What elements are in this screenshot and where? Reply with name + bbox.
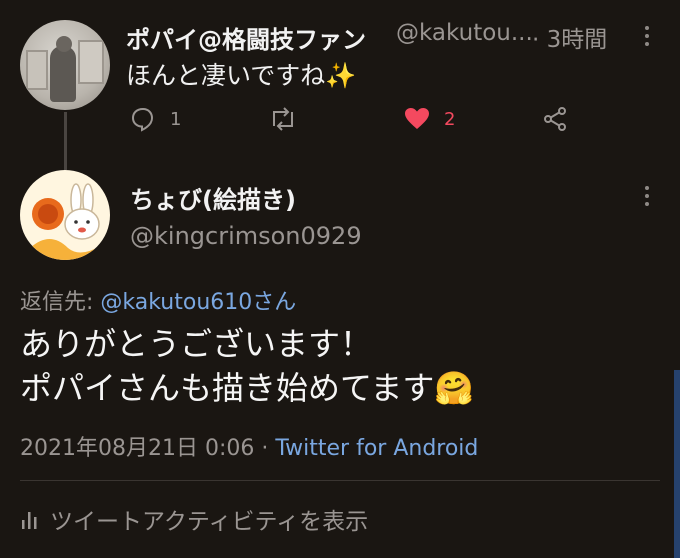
view-activity-label: ツイートアクティビティを表示 bbox=[50, 509, 369, 535]
reply-count: 1 bbox=[170, 108, 182, 130]
like-button[interactable]: 2 bbox=[404, 104, 455, 134]
share-icon bbox=[544, 107, 566, 131]
tweet1-author-handle[interactable]: @kakutou... bbox=[396, 20, 533, 46]
thread-line bbox=[64, 112, 67, 170]
reply-icon bbox=[131, 107, 154, 132]
reply-to-line: 返信先: @kakutou610さん bbox=[20, 284, 296, 316]
tweet1-timestamp[interactable]: · 3時間 bbox=[532, 20, 607, 54]
tweet1-author-name[interactable]: ポパイ@格闘技ファン bbox=[126, 20, 366, 55]
tweet2-body-line1: ありがとうございます！ bbox=[20, 325, 373, 363]
view-activity-button[interactable]: ツイートアクティビティを表示 bbox=[20, 502, 368, 536]
tweet2-body-line2: ポパイさんも描き始めてます🤗 bbox=[20, 369, 475, 407]
like-count: 2 bbox=[444, 108, 456, 130]
retweet-button[interactable] bbox=[268, 104, 298, 134]
tweet1-more-icon[interactable] bbox=[644, 26, 650, 50]
heart-icon bbox=[405, 108, 429, 129]
scrollbar-thumb[interactable] bbox=[674, 370, 680, 558]
reply-to-label: 返信先: bbox=[20, 290, 101, 315]
reply-mention-link[interactable]: @kakutou610さん bbox=[100, 290, 296, 315]
reply-button[interactable]: 1 bbox=[130, 104, 181, 134]
tweet2-author-name[interactable]: ちょび(絵描き) bbox=[130, 180, 296, 215]
avatar-popeye[interactable] bbox=[20, 20, 110, 110]
tweet1-text: ほんと凄いですね✨ bbox=[126, 61, 357, 90]
tweet2-author-handle[interactable]: @kingcrimson0929 bbox=[130, 222, 362, 250]
avatar-chobi[interactable] bbox=[20, 170, 110, 260]
tweet2-datetime: 2021年08月21日 0:06 · bbox=[20, 436, 276, 461]
tweet2-source-link[interactable]: Twitter for Android bbox=[275, 436, 478, 461]
tweet2-more-icon[interactable] bbox=[644, 186, 650, 210]
activity-icon bbox=[22, 512, 37, 529]
retweet-icon bbox=[273, 107, 293, 131]
share-button[interactable] bbox=[542, 104, 568, 134]
tweet2-meta: 2021年08月21日 0:06 · Twitter for Android bbox=[20, 430, 478, 462]
tweet2-body: ありがとうございます！ ポパイさんも描き始めてます🤗 bbox=[20, 322, 474, 410]
divider bbox=[20, 480, 660, 481]
